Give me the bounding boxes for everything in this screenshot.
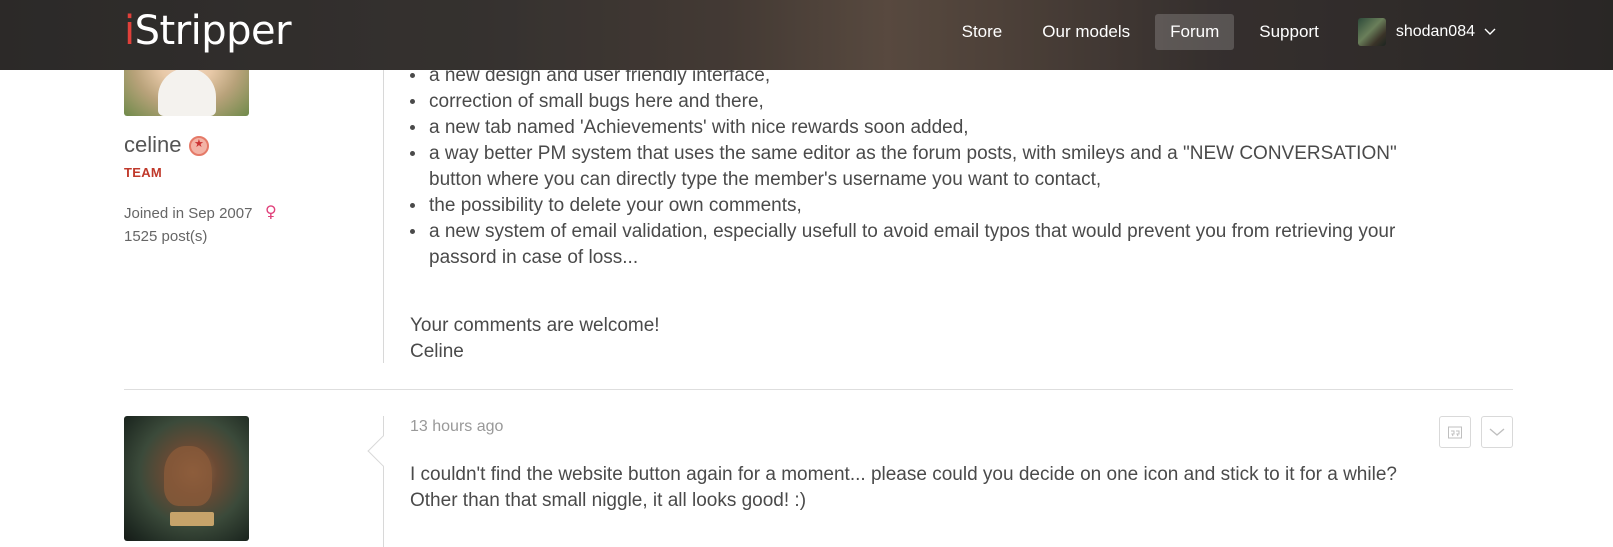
chevron-down-icon <box>1484 28 1496 35</box>
post-timestamp: 13 hours ago <box>410 418 504 435</box>
logo-i: i <box>124 8 135 54</box>
female-symbol-icon: ♀ <box>265 202 277 221</box>
istripper-logo[interactable]: iStripper <box>124 8 292 54</box>
top-navigation-bar: iStripper Store Our models Forum Support… <box>0 0 1613 70</box>
nav-forum[interactable]: Forum <box>1155 14 1235 50</box>
quote-icon <box>1448 426 1462 439</box>
author-role: TEAM <box>124 165 163 180</box>
list-item: a new system of email validation, especi… <box>410 219 1420 271</box>
main-nav: Store Our models Forum Support shodan084 <box>947 14 1613 50</box>
post-closing: Your comments are welcome! Celine <box>410 313 660 365</box>
user-avatar <box>1357 18 1386 46</box>
nav-our-models[interactable]: Our models <box>1027 14 1145 50</box>
changelog-list: a new design and user friendly interface… <box>410 63 1420 271</box>
list-item: a way better PM system that uses the sam… <box>410 141 1420 193</box>
user-menu[interactable]: shodan084 <box>1357 18 1497 46</box>
quote-button[interactable] <box>1439 416 1471 448</box>
author-post-count: 1525 post(s) <box>124 228 208 245</box>
post-separator <box>124 389 1513 390</box>
author-name[interactable]: celine <box>124 132 181 158</box>
chevron-down-icon <box>1489 428 1505 436</box>
author-avatar-shodan[interactable] <box>124 416 249 541</box>
author-joined: Joined in Sep 2007 <box>124 205 253 222</box>
user-name: shodan084 <box>1395 23 1475 40</box>
closing-line: Your comments are welcome! <box>410 315 660 336</box>
logo-text: Stripper <box>134 8 292 54</box>
list-item: a new tab named 'Achievements' with nice… <box>410 115 1420 141</box>
post-divider-line <box>383 70 384 363</box>
list-item: correction of small bugs here and there, <box>410 89 1420 115</box>
nav-store[interactable]: Store <box>947 14 1018 50</box>
post-body: I couldn't find the website button again… <box>410 464 1397 511</box>
speech-pointer <box>367 435 399 467</box>
nav-support[interactable]: Support <box>1244 14 1334 50</box>
list-item: the possibility to delete your own comme… <box>410 193 1420 219</box>
signature: Celine <box>410 341 464 362</box>
post-menu-button[interactable] <box>1481 416 1513 448</box>
star-badge-icon <box>189 136 209 156</box>
